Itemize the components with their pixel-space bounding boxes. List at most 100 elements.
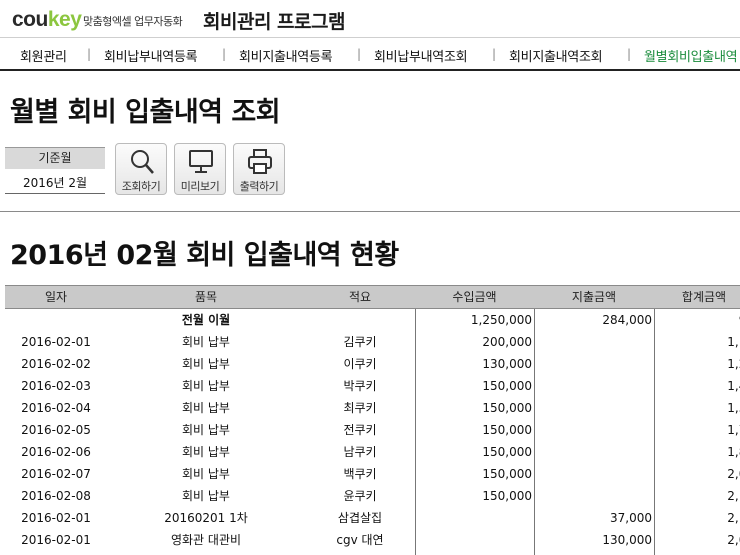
- column-header-date: 일자: [44, 290, 68, 304]
- column-header-memo: 적요: [348, 290, 372, 304]
- cell-income: 150,000: [482, 467, 532, 481]
- cell-total: 1,16: [727, 335, 740, 349]
- menu-separator: |: [87, 47, 92, 61]
- cell-total: 2,15: [727, 511, 740, 525]
- cell-income: 150,000: [482, 379, 532, 393]
- preview-button[interactable]: 미리보기: [174, 143, 226, 195]
- cell-date: 2016-02-06: [21, 445, 91, 459]
- cell-expense: [534, 419, 654, 441]
- cell-total: 1,89: [727, 445, 740, 459]
- table-header: 일자 품목 적요 수입금액 지출금액 합계금액: [5, 285, 740, 309]
- carry-over-total: 96: [654, 309, 740, 331]
- main-menu: 회원관리 | 회비납부내역등록 | 회비지출내역등록 | 회비납부내역조회 | …: [0, 38, 740, 71]
- brand-tagline: 맞춤형엑셀 업무자동화: [83, 15, 183, 28]
- cell-expense: [534, 485, 654, 507]
- coukey-logo: coukey: [12, 8, 82, 32]
- cell-item: 회비 납부: [182, 423, 230, 437]
- cell-memo: 이쿠키: [343, 357, 377, 371]
- cell-item: 회비 납부: [182, 379, 230, 393]
- base-month-label: 기준월: [5, 147, 105, 169]
- table-row: 2016-02-06 회비 납부 남쿠키 150,000 1,89: [5, 441, 740, 463]
- cell-expense: [534, 397, 654, 419]
- cell-income: 150,000: [482, 445, 532, 459]
- cell-total: 2,04: [727, 467, 740, 481]
- column-header-item: 품목: [194, 290, 218, 304]
- cell-item: 회비 납부: [182, 489, 230, 503]
- cell-income: 150,000: [482, 401, 532, 415]
- table-row: 2016-02-03 회비 납부 박쿠키 150,000 1,44: [5, 375, 740, 397]
- cell-memo: 박쿠키: [343, 379, 377, 393]
- cell-total: 1,44: [727, 379, 740, 393]
- cell-memo: 김쿠키: [343, 335, 377, 349]
- cell-income: 150,000: [482, 423, 532, 437]
- cell-expense: [534, 441, 654, 463]
- cell-memo: 윤쿠키: [343, 489, 377, 503]
- carry-over-income: 1,250,000: [470, 313, 532, 327]
- table-row: 2016-02-01 영화관 대관비 cgv 대연 130,000 2,02: [5, 529, 740, 551]
- section-divider: [0, 211, 740, 212]
- cell-date: 2016-02-01: [21, 511, 91, 525]
- cell-income: [415, 529, 534, 551]
- menu-separator: |: [357, 47, 362, 61]
- logo-text-part1: cou: [12, 8, 48, 31]
- menu-item-fee-payment-lookup[interactable]: 회비납부내역조회: [374, 46, 468, 65]
- printer-icon: [248, 149, 272, 174]
- cell-total: 2,02: [727, 533, 740, 547]
- section-title: 2016년 02월 회비 입출내역 현황: [10, 240, 399, 271]
- cell-expense: 130,000: [602, 533, 652, 547]
- cell-date: 2016-02-05: [21, 423, 91, 437]
- table-row: 2016-02-04 회비 납부 최쿠키 150,000 1,59: [5, 397, 740, 419]
- menu-separator: |: [222, 47, 227, 61]
- carry-over-row: 전월 이월 1,250,000 284,000 96: [5, 309, 740, 331]
- base-month-input[interactable]: 2016년 2월: [5, 172, 105, 194]
- cell-income: 150,000: [482, 489, 532, 503]
- cell-memo: 최쿠키: [343, 401, 377, 415]
- logo-text-part2: key: [47, 8, 82, 31]
- menu-item-fee-payment-entry[interactable]: 회비납부내역등록: [104, 46, 198, 65]
- table-row: 2016-02-01 회비 납부 김쿠키 200,000 1,16: [5, 331, 740, 353]
- cell-item: 회비 납부: [182, 445, 230, 459]
- table-row: 2016-02-05 회비 납부 전쿠키 150,000 1,74: [5, 419, 740, 441]
- cell-date: 2016-02-01: [21, 533, 91, 547]
- column-header-expense: 지출금액: [571, 290, 617, 304]
- column-header-total: 합계금액: [681, 290, 727, 304]
- cell-date: 2016-02-03: [21, 379, 91, 393]
- cell-item: 회비 납부: [182, 335, 230, 349]
- table-row: 2016-02-02 회비 납부 이쿠키 130,000 1,29: [5, 353, 740, 375]
- cell-income: 200,000: [482, 335, 532, 349]
- menu-item-fee-expense-entry[interactable]: 회비지출내역등록: [239, 46, 333, 65]
- cell-date: 2016-02-02: [21, 357, 91, 371]
- menu-item-members[interactable]: 회원관리: [20, 46, 67, 65]
- cell-expense: [534, 463, 654, 485]
- menu-item-monthly-fee-flow[interactable]: 월별회비입출내역: [644, 46, 738, 65]
- app-title: 회비관리 프로그램: [203, 11, 345, 33]
- cell-item: 영화관 대관비: [170, 533, 242, 547]
- cell-date: 2016-02-01: [21, 335, 91, 349]
- table-row: 2016-02-01 20160201 1차 삼겹살집 37,000 2,15: [5, 507, 740, 529]
- page-title: 월별 회비 입출내역 조회: [10, 97, 281, 128]
- print-button[interactable]: 출력하기: [233, 143, 285, 195]
- cell-total: 1,74: [727, 423, 740, 437]
- brand-bar: coukey 맞춤형엑셀 업무자동화 회비관리 프로그램: [0, 0, 740, 38]
- cell-item: 20160201 1차: [164, 511, 248, 525]
- cell-expense: 37,000: [610, 511, 652, 525]
- table-row: 2016-02-07 회비 납부 백쿠키 150,000 2,04: [5, 463, 740, 485]
- cell-date: 2016-02-07: [21, 467, 91, 481]
- cell-item: 회비 납부: [182, 467, 230, 481]
- cell-item: 회비 납부: [182, 357, 230, 371]
- print-button-label: 출력하기: [239, 180, 279, 193]
- cell-date: 2016-02-08: [21, 489, 91, 503]
- carry-over-expense: 284,000: [602, 313, 652, 327]
- cell-total: 1,29: [727, 357, 740, 371]
- cell-expense: [534, 331, 654, 353]
- cell-total: 1,59: [727, 401, 740, 415]
- cell-total: 2,19: [727, 489, 740, 503]
- search-button[interactable]: 조회하기: [115, 143, 167, 195]
- monitor-icon: [189, 150, 213, 173]
- menu-item-fee-expense-lookup[interactable]: 회비지출내역조회: [509, 46, 603, 65]
- search-button-label: 조회하기: [121, 180, 161, 193]
- column-header-income: 수입금액: [452, 290, 497, 304]
- cell-expense: [534, 353, 654, 375]
- search-icon: [131, 150, 154, 174]
- cell-memo: 삼겹살집: [337, 511, 383, 525]
